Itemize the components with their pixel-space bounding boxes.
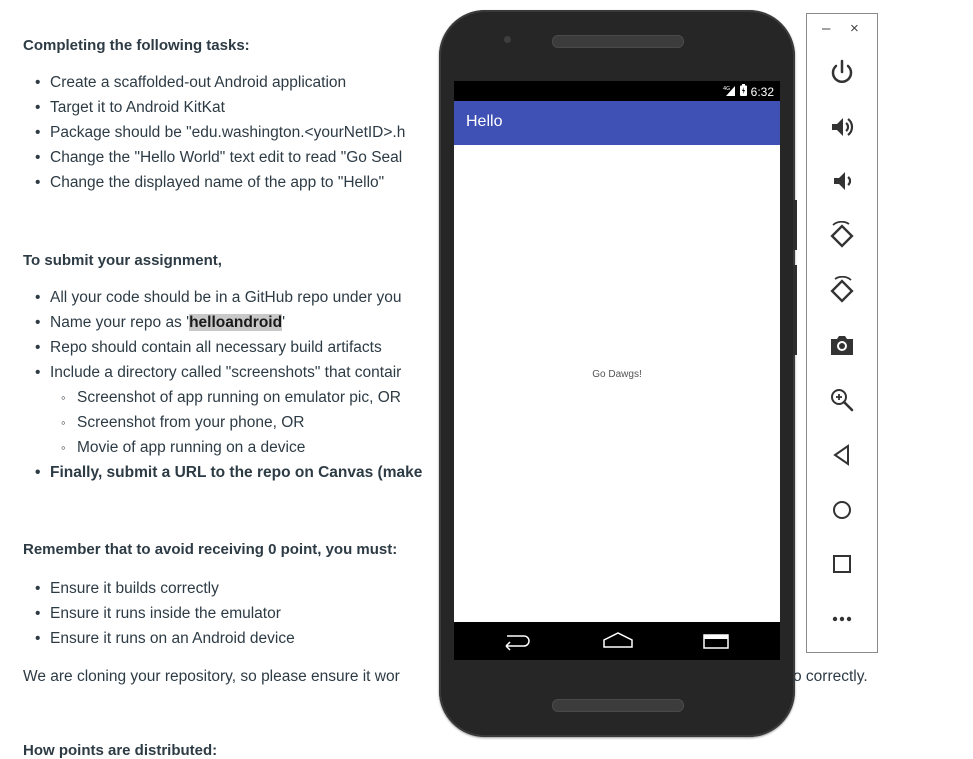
rotate-left-button[interactable] <box>826 220 858 252</box>
top-speaker <box>552 35 684 48</box>
list-item: Change the displayed name of the app to … <box>23 170 405 195</box>
home-icon <box>833 501 851 519</box>
zoom-icon <box>831 389 854 412</box>
sub-list-item: Movie of app running on a device <box>23 435 422 460</box>
phone-volume-button <box>793 265 797 355</box>
status-bar: 4G 6:32 <box>454 81 780 101</box>
closing-paragraph: We are cloning your repository, so pleas… <box>23 668 400 685</box>
emulator-toolbar: – × <box>806 13 878 653</box>
rotate-right-button[interactable] <box>826 275 858 307</box>
list-item: Repo should contain all necessary build … <box>23 335 422 360</box>
list-item: All your code should be in a GitHub repo… <box>23 285 422 310</box>
status-time: 6:32 <box>750 84 774 99</box>
toolbar-window-controls: – × <box>807 20 877 38</box>
section-heading-submit: To submit your assignment, <box>23 252 222 269</box>
requirements-list: Ensure it builds correctly Ensure it run… <box>23 576 295 651</box>
tasks-list: Create a scaffolded-out Android applicat… <box>23 70 405 195</box>
nav-home-icon[interactable] <box>598 631 638 651</box>
overview-button[interactable] <box>826 548 858 580</box>
app-bar: Hello <box>454 101 780 145</box>
volume-up-icon <box>832 118 854 136</box>
svg-text:4G: 4G <box>723 86 730 92</box>
list-item: Create a scaffolded-out Android applicat… <box>23 70 405 95</box>
overview-icon <box>833 555 851 573</box>
minimize-button[interactable]: – <box>822 20 830 37</box>
phone-screen[interactable]: 4G 6:32 Hello Go Dawgs! <box>454 81 780 660</box>
front-camera <box>504 36 511 43</box>
list-item: Ensure it runs on an Android device <box>23 626 295 651</box>
close-button[interactable]: × <box>850 20 859 37</box>
home-button[interactable] <box>826 494 858 526</box>
more-icon <box>832 616 852 622</box>
camera-icon <box>831 336 853 355</box>
power-button[interactable] <box>826 56 858 88</box>
list-item: Finally, submit a URL to the repo on Can… <box>23 460 422 485</box>
list-item: Include a directory called "screenshots"… <box>23 360 422 385</box>
rotate-right-icon <box>830 276 854 303</box>
submit-list: All your code should be in a GitHub repo… <box>23 285 422 485</box>
list-item: Package should be "edu.washington.<yourN… <box>23 120 405 145</box>
screenshot-button[interactable] <box>826 329 858 361</box>
volume-down-icon <box>834 172 852 190</box>
app-content: Go Dawgs! <box>454 145 780 622</box>
nav-back-icon[interactable] <box>498 631 538 651</box>
power-icon <box>831 59 853 83</box>
sub-list-item: Screenshot from your phone, OR <box>23 410 422 435</box>
zoom-button[interactable] <box>826 384 858 416</box>
list-item: Target it to Android KitKat <box>23 95 405 120</box>
battery-icon <box>739 84 747 99</box>
sub-list-item: Screenshot of app running on emulator pi… <box>23 385 422 410</box>
rotate-left-icon <box>830 221 854 248</box>
list-item: Ensure it builds correctly <box>23 576 295 601</box>
volume-up-button[interactable] <box>826 111 858 143</box>
back-icon <box>833 444 849 466</box>
section-heading-tasks: Completing the following tasks: <box>23 37 250 54</box>
nav-recents-icon[interactable] <box>696 631 736 651</box>
section-heading-requirements: Remember that to avoid receiving 0 point… <box>23 541 398 558</box>
back-button[interactable] <box>826 439 858 471</box>
phone-side-button <box>793 200 797 250</box>
closing-paragraph-tail: o correctly. <box>793 668 868 685</box>
main-textview: Go Dawgs! <box>592 369 642 380</box>
navigation-bar <box>454 622 780 660</box>
repo-name-prefix: Name your repo as ' <box>50 314 190 331</box>
repo-name-highlight: helloandroid <box>189 314 283 331</box>
list-item: Name your repo as 'helloandroid' <box>23 310 422 335</box>
app-title: Hello <box>466 113 503 130</box>
repo-name-suffix: ' <box>282 314 286 331</box>
more-button[interactable] <box>826 603 858 635</box>
emulator-phone: 4G 6:32 Hello Go Dawgs! <box>439 10 797 737</box>
list-item: Ensure it runs inside the emulator <box>23 601 295 626</box>
bottom-speaker <box>552 699 684 712</box>
signal-icon: 4G <box>723 85 736 99</box>
list-item: Change the "Hello World" text edit to re… <box>23 145 405 170</box>
volume-down-button[interactable] <box>826 165 858 197</box>
